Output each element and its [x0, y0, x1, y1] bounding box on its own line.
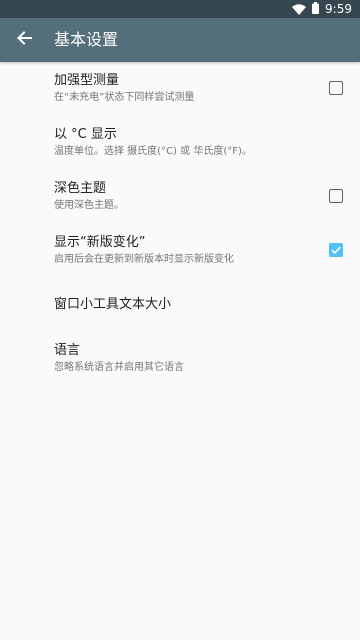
wifi-icon: [292, 3, 307, 15]
dark-theme-checkbox[interactable]: [329, 189, 343, 203]
setting-title: 加强型测量: [54, 73, 120, 88]
setting-language[interactable]: 语言 忽略系统语言并启用其它语言: [0, 332, 360, 386]
status-bar-right: 9:59: [292, 0, 352, 18]
setting-summary: 启用后会在更新到新版本时显示新版变化: [54, 254, 234, 265]
setting-summary: 忽略系统语言并启用其它语言: [54, 362, 184, 373]
app-bar: 基本设置: [0, 18, 360, 62]
battery-icon: [312, 1, 320, 17]
setting-title: 窗口小工具文本大小: [54, 297, 172, 312]
setting-widget-text-size[interactable]: 窗口小工具文本大小: [0, 278, 360, 332]
setting-celsius-display[interactable]: 以 °C 显示 温度单位。选择 摄氏度(°C) 或 华氏度(°F)。: [0, 116, 360, 170]
setting-summary: 温度单位。选择 摄氏度(°C) 或 华氏度(°F)。: [54, 146, 252, 157]
show-changelog-checkbox[interactable]: [329, 243, 343, 257]
status-time: 9:59: [325, 2, 352, 16]
page-title: 基本设置: [54, 30, 119, 49]
setting-dark-theme[interactable]: 深色主题 使用深色主题。: [0, 170, 360, 224]
setting-title: 显示“新版变化”: [54, 235, 146, 250]
status-bar: 9:59: [0, 0, 360, 18]
enhanced-measurement-checkbox[interactable]: [329, 81, 343, 95]
setting-enhanced-measurement[interactable]: 加强型测量 在“未充电”状态下同样尝试测量: [0, 62, 360, 116]
setting-title: 语言: [54, 343, 81, 358]
setting-title: 深色主题: [54, 181, 107, 196]
setting-summary: 在“未充电”状态下同样尝试测量: [54, 92, 195, 103]
back-button[interactable]: [8, 24, 40, 56]
setting-summary: 使用深色主题。: [54, 200, 124, 211]
setting-show-changelog[interactable]: 显示“新版变化” 启用后会在更新到新版本时显示新版变化: [0, 224, 360, 278]
arrow-back-icon: [16, 30, 32, 50]
settings-list: 加强型测量 在“未充电”状态下同样尝试测量 以 °C 显示 温度单位。选择 摄氏…: [0, 62, 360, 386]
setting-title: 以 °C 显示: [54, 127, 117, 142]
